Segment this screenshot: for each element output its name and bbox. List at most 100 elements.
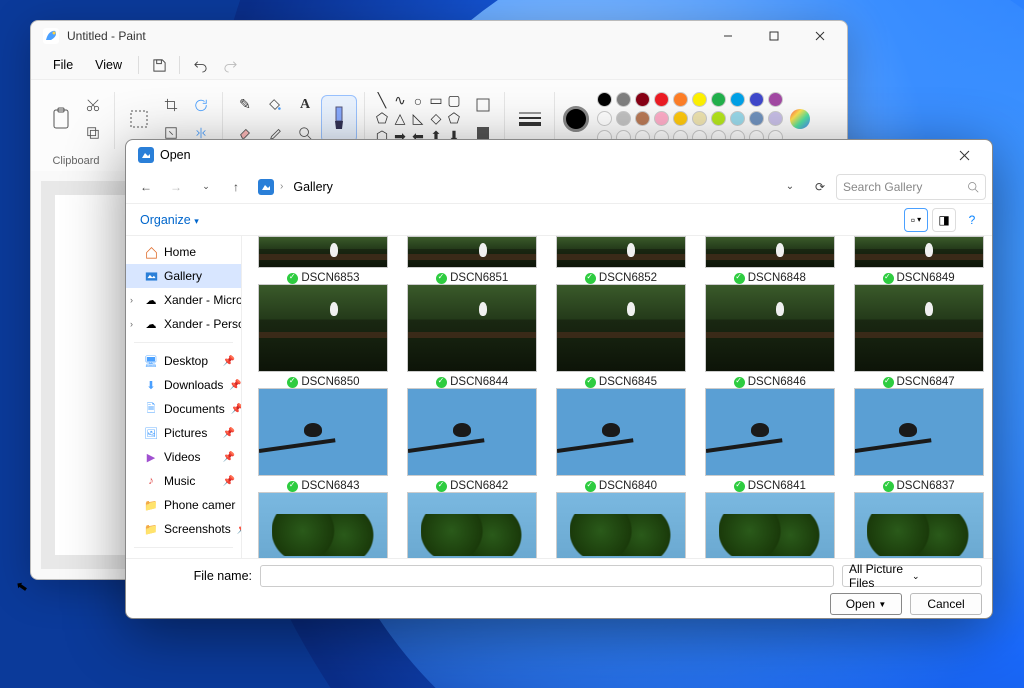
maximize-button[interactable] bbox=[751, 21, 797, 51]
paint-titlebar[interactable]: Untitled - Paint bbox=[31, 21, 847, 51]
color-swatch[interactable] bbox=[730, 92, 745, 107]
sidebar-documents[interactable]: 🗎Documents📌 bbox=[126, 397, 241, 421]
crop-icon[interactable] bbox=[157, 91, 185, 119]
select-icon[interactable] bbox=[123, 95, 155, 143]
fill-icon[interactable] bbox=[261, 91, 289, 119]
help-button[interactable]: ? bbox=[960, 208, 984, 232]
file-thumbnail[interactable]: DSCN6834 bbox=[849, 492, 988, 558]
file-thumbnail[interactable]: DSCN6840 bbox=[552, 388, 691, 492]
shape-tri-icon[interactable]: △ bbox=[391, 110, 409, 128]
color-swatch[interactable] bbox=[654, 92, 669, 107]
file-thumbnail[interactable]: DSCN6845 bbox=[552, 284, 691, 388]
open-button[interactable]: Open ▼ bbox=[830, 593, 902, 615]
color-swatch[interactable] bbox=[654, 111, 669, 126]
stroke-width-icon[interactable] bbox=[513, 95, 547, 143]
nav-back-button[interactable]: ← bbox=[132, 174, 160, 200]
file-thumbnail[interactable]: DSCN6850 bbox=[254, 284, 393, 388]
file-thumbnail[interactable]: DSCN6833 bbox=[700, 492, 839, 558]
sidebar-videos[interactable]: ▶Videos📌 bbox=[126, 445, 241, 469]
shape-oval-icon[interactable]: ○ bbox=[409, 92, 427, 110]
sidebar-downloads[interactable]: ⬇Downloads📌 bbox=[126, 373, 241, 397]
sidebar-gallery[interactable]: Gallery bbox=[126, 264, 241, 288]
color-swatch[interactable] bbox=[673, 92, 688, 107]
shape-rtri-icon[interactable]: ◺ bbox=[409, 110, 427, 128]
file-thumbnail[interactable]: DSCN6842 bbox=[403, 388, 542, 492]
sidebar-music[interactable]: ♪Music📌 bbox=[126, 469, 241, 493]
file-thumbnail[interactable]: DSCN6852 bbox=[552, 236, 691, 284]
shape-poly-icon[interactable]: ⬠ bbox=[373, 110, 391, 128]
cut-icon[interactable] bbox=[79, 91, 107, 119]
file-thumbnail[interactable]: DSCN6851 bbox=[403, 236, 542, 284]
menu-view[interactable]: View bbox=[85, 54, 132, 76]
menu-file[interactable]: File bbox=[43, 54, 83, 76]
copy-icon[interactable] bbox=[79, 119, 107, 147]
shape-outline-icon[interactable] bbox=[469, 91, 497, 119]
filetype-select[interactable]: All Picture Files⌄ bbox=[842, 565, 982, 587]
refresh-button[interactable]: ⟳ bbox=[806, 174, 834, 200]
sidebar-creative-cloud[interactable]: ›📁Creative Cloud F bbox=[126, 554, 241, 558]
sidebar-phone-camera[interactable]: 📁Phone camer📌 bbox=[126, 493, 241, 517]
file-thumbnail[interactable]: DSCN6849 bbox=[849, 236, 988, 284]
color-swatch[interactable] bbox=[673, 111, 688, 126]
minimize-button[interactable] bbox=[705, 21, 751, 51]
file-thumbnail[interactable]: DSCN6844 bbox=[403, 284, 542, 388]
brush-icon[interactable] bbox=[321, 95, 357, 143]
pencil-icon[interactable]: ✎ bbox=[231, 91, 259, 119]
sidebar-screenshots[interactable]: 📁Screenshots📌 bbox=[126, 517, 241, 541]
cancel-button[interactable]: Cancel bbox=[910, 593, 982, 615]
nav-forward-button[interactable]: → bbox=[162, 174, 190, 200]
color-swatch[interactable] bbox=[711, 92, 726, 107]
shape-roundrect-icon[interactable]: ▢ bbox=[445, 92, 463, 110]
color-primary[interactable] bbox=[563, 106, 589, 132]
nav-recent-button[interactable]: ⌄ bbox=[192, 174, 220, 200]
rotate-icon[interactable] bbox=[187, 91, 215, 119]
file-thumbnail[interactable]: DSCN6853 bbox=[254, 236, 393, 284]
shape-diamond-icon[interactable]: ◇ bbox=[427, 110, 445, 128]
dialog-titlebar[interactable]: Open bbox=[126, 140, 992, 170]
dialog-close-button[interactable] bbox=[942, 140, 986, 170]
sidebar-desktop[interactable]: 🖥Desktop📌 bbox=[126, 349, 241, 373]
nav-up-button[interactable]: ↑ bbox=[222, 174, 250, 200]
color-swatch[interactable] bbox=[749, 111, 764, 126]
view-mode-button[interactable]: ▫ ▾ bbox=[904, 208, 928, 232]
color-swatch[interactable] bbox=[597, 111, 612, 126]
shape-curve-icon[interactable]: ∿ bbox=[391, 92, 409, 110]
color-swatch[interactable] bbox=[692, 92, 707, 107]
redo-icon[interactable] bbox=[216, 51, 244, 79]
color-swatch[interactable] bbox=[768, 111, 783, 126]
sidebar-onedrive-2[interactable]: ›☁Xander - Person… bbox=[126, 312, 241, 336]
file-thumbnail[interactable]: DSCN6848 bbox=[700, 236, 839, 284]
file-thumbnail[interactable]: DSCN6832 bbox=[552, 492, 691, 558]
color-swatch[interactable] bbox=[749, 92, 764, 107]
color-swatch[interactable] bbox=[768, 92, 783, 107]
color-swatch[interactable] bbox=[711, 111, 726, 126]
sidebar-pictures[interactable]: 🖼Pictures📌 bbox=[126, 421, 241, 445]
paste-icon[interactable] bbox=[45, 95, 77, 143]
file-thumbnail[interactable]: DSCN6837 bbox=[849, 388, 988, 492]
file-thumbnail[interactable]: DSCN6841 bbox=[700, 388, 839, 492]
undo-icon[interactable] bbox=[186, 51, 214, 79]
shape-pent-icon[interactable]: ⬠ bbox=[445, 110, 463, 128]
address-bar[interactable]: › Gallery bbox=[252, 174, 774, 200]
addr-dropdown-button[interactable]: ⌄ bbox=[776, 174, 804, 200]
text-icon[interactable]: A bbox=[291, 91, 319, 119]
color-swatch[interactable] bbox=[597, 92, 612, 107]
breadcrumb-gallery[interactable]: Gallery bbox=[289, 178, 337, 196]
color-swatch[interactable] bbox=[635, 111, 650, 126]
shape-rect-icon[interactable]: ▭ bbox=[427, 92, 445, 110]
file-thumbnail[interactable]: DSCN6838 bbox=[254, 492, 393, 558]
color-swatch[interactable] bbox=[692, 111, 707, 126]
preview-pane-button[interactable]: ◨ bbox=[932, 208, 956, 232]
color-swatch[interactable] bbox=[730, 111, 745, 126]
file-thumbnail[interactable]: DSCN6843 bbox=[254, 388, 393, 492]
color-swatch[interactable] bbox=[635, 92, 650, 107]
edit-colors-icon[interactable] bbox=[785, 104, 815, 134]
file-thumbnail[interactable]: DSCN6846 bbox=[700, 284, 839, 388]
close-button[interactable] bbox=[797, 21, 843, 51]
save-icon[interactable] bbox=[145, 51, 173, 79]
shape-line-icon[interactable]: ╲ bbox=[373, 92, 391, 110]
organize-menu[interactable]: Organize ▾ bbox=[134, 209, 205, 231]
file-thumbnail[interactable]: DSCN6847 bbox=[849, 284, 988, 388]
color-swatch[interactable] bbox=[616, 111, 631, 126]
sidebar-onedrive-1[interactable]: ›☁Xander - Micros… bbox=[126, 288, 241, 312]
